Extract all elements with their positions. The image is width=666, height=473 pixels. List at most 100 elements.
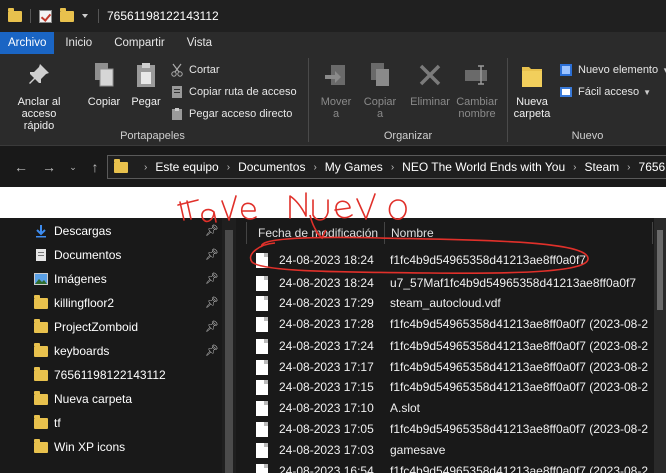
sidebar-item-label: Imágenes [54, 272, 107, 286]
download-icon [34, 224, 48, 238]
easy-access-icon [559, 85, 573, 99]
sidebar-item-76561198122143112[interactable]: 76561198122143112 [34, 364, 166, 386]
file-list-scrollbar-thumb[interactable] [657, 230, 663, 310]
divider [246, 222, 247, 244]
file-icon [256, 316, 268, 332]
move-to-label-line1: Mover [320, 96, 352, 108]
back-icon[interactable]: ← [10, 156, 32, 178]
chevron-right-icon[interactable]: › [391, 162, 394, 173]
copy-to-label-line2: a [376, 108, 384, 120]
address-bar[interactable]: › Este equipo › Documentos › My Games › … [107, 155, 666, 179]
file-icon [256, 421, 268, 437]
sidebar-item-keyboards[interactable]: keyboards [34, 340, 109, 362]
new-item-icon [559, 63, 573, 77]
copy-button[interactable]: Copiar [82, 60, 126, 108]
cut-label: Cortar [189, 64, 220, 76]
new-folder-icon[interactable] [60, 7, 74, 22]
file-name: u7_57Maf1fc4b9d54965358d41213ae8ff0a0f7 [390, 276, 637, 290]
file-row[interactable]: 24-08-2023 17:28 f1fc4b9d54965358d41213a… [256, 312, 666, 336]
breadcrumb-neo[interactable]: NEO The World Ends with You [402, 160, 565, 174]
chevron-right-icon[interactable]: › [144, 162, 147, 173]
pin-icon[interactable]: 📌︎ [205, 320, 219, 333]
column-header-date[interactable]: Fecha de modificación [258, 220, 378, 246]
delete-icon [406, 60, 454, 90]
chevron-right-icon[interactable]: › [627, 162, 630, 173]
column-header-name[interactable]: Nombre [391, 220, 434, 246]
sidebar-scrollbar-thumb[interactable] [225, 230, 233, 473]
sidebar-item-projectzomboid[interactable]: ProjectZomboid [34, 316, 138, 338]
pin-icon[interactable]: 📌︎ [205, 248, 219, 261]
group-organizar: Mover a Copiar a Eliminar Cambiar nombre… [310, 54, 506, 146]
breadcrumb-documentos[interactable]: Documentos [238, 160, 305, 174]
sidebar-item-nueva-carpeta[interactable]: Nueva carpeta [34, 388, 132, 410]
sidebar-item-label: Descargas [54, 224, 112, 238]
tab-archivo[interactable]: Archivo [0, 32, 55, 54]
scissors-icon [170, 63, 184, 77]
divider [30, 9, 31, 23]
chevron-right-icon[interactable]: › [573, 162, 576, 173]
file-icon [256, 295, 268, 311]
file-row[interactable]: 24-08-2023 18:24 f1fc4b9d54965358d41213a… [256, 248, 666, 272]
file-icon [256, 338, 268, 354]
delete-button[interactable]: Eliminar [406, 60, 454, 108]
up-icon[interactable]: ↑ [84, 156, 106, 178]
chevron-right-icon[interactable]: › [227, 162, 230, 173]
file-name: f1fc4b9d54965358d41213ae8ff0a0f7 (2023-0… [390, 360, 649, 374]
tab-compartir[interactable]: Compartir [103, 32, 175, 54]
window-title: 76561198122143112 [107, 9, 219, 23]
paste-button[interactable]: Pegar [126, 60, 166, 108]
file-icon [256, 400, 268, 416]
sidebar-item-tf[interactable]: tf [34, 412, 61, 434]
quick-access-dropdown-icon[interactable] [82, 14, 88, 18]
easy-access-button[interactable]: Fácil acceso ▼ [559, 85, 651, 99]
pin-icon[interactable]: 📌︎ [205, 224, 219, 237]
file-date: 24-08-2023 16:54 [279, 464, 374, 473]
file-name: A.slot [390, 401, 421, 415]
tab-vista[interactable]: Vista [176, 32, 223, 54]
new-folder-icon [509, 60, 555, 90]
file-date: 24-08-2023 17:05 [279, 422, 374, 436]
new-item-label: Nuevo elemento [578, 64, 659, 76]
properties-icon[interactable] [39, 9, 52, 23]
divider [507, 58, 508, 142]
new-item-button[interactable]: Nuevo elemento ▼ [559, 63, 666, 77]
paste-shortcut-icon [170, 107, 184, 121]
document-icon [34, 248, 48, 262]
file-name: f1fc4b9d54965358d41213ae8ff0a0f7 (2023-0… [390, 339, 649, 353]
rename-button[interactable]: Cambiar nombre [452, 60, 502, 120]
copy-to-button[interactable]: Copiar a [358, 60, 402, 120]
copy-path-button[interactable]: Copiar ruta de acceso [170, 85, 297, 99]
folder-icon [34, 366, 48, 382]
sidebar-item-label: Documentos [54, 248, 122, 262]
breadcrumb-este-equipo[interactable]: Este equipo [155, 160, 218, 174]
group-portapapeles: Anclar al acceso rápido Copiar Pegar Cor… [0, 54, 305, 146]
breadcrumb-user-id[interactable]: 7656 [639, 160, 666, 174]
file-name: f1fc4b9d54965358d41213ae8ff0a0f7 (2023-0… [390, 380, 649, 394]
recent-locations-icon[interactable]: ⌄ [62, 156, 84, 178]
pin-icon[interactable]: 📌︎ [205, 272, 219, 285]
move-to-button[interactable]: Mover a [314, 60, 358, 120]
sidebar-item-imagenes[interactable]: Imágenes [34, 268, 107, 290]
forward-icon[interactable]: → [38, 156, 60, 178]
file-icon [256, 463, 268, 473]
file-icon [256, 442, 268, 458]
cut-button[interactable]: Cortar [170, 63, 220, 77]
breadcrumb-my-games[interactable]: My Games [325, 160, 383, 174]
tab-inicio[interactable]: Inicio [54, 32, 104, 54]
group-nuevo: Nueva carpeta Nuevo elemento ▼ Fácil acc… [509, 54, 666, 146]
file-name: f1fc4b9d54965358d41213ae8ff0a0f7 (2023-0… [390, 422, 649, 436]
file-icon [256, 379, 268, 395]
sidebar-item-killingfloor2[interactable]: killingfloor2 [34, 292, 114, 314]
new-folder-button[interactable]: Nueva carpeta [509, 60, 555, 120]
pin-quick-access-button[interactable]: Anclar al acceso rápido [6, 60, 72, 132]
sidebar-item-documentos[interactable]: Documentos [34, 244, 121, 266]
file-row[interactable]: 24-08-2023 16:54 f1fc4b9d54965358d41213a… [256, 459, 666, 473]
paste-shortcut-button[interactable]: Pegar acceso directo [170, 107, 292, 121]
pin-icon[interactable]: 📌︎ [205, 344, 219, 357]
pin-icon[interactable]: 📌︎ [205, 296, 219, 309]
breadcrumb-steam[interactable]: Steam [584, 160, 619, 174]
sidebar-item-win-xp-icons[interactable]: Win XP icons [34, 436, 125, 458]
new-folder-label-line2: carpeta [513, 108, 551, 120]
chevron-right-icon[interactable]: › [313, 162, 316, 173]
sidebar-item-descargas[interactable]: Descargas [34, 220, 111, 242]
